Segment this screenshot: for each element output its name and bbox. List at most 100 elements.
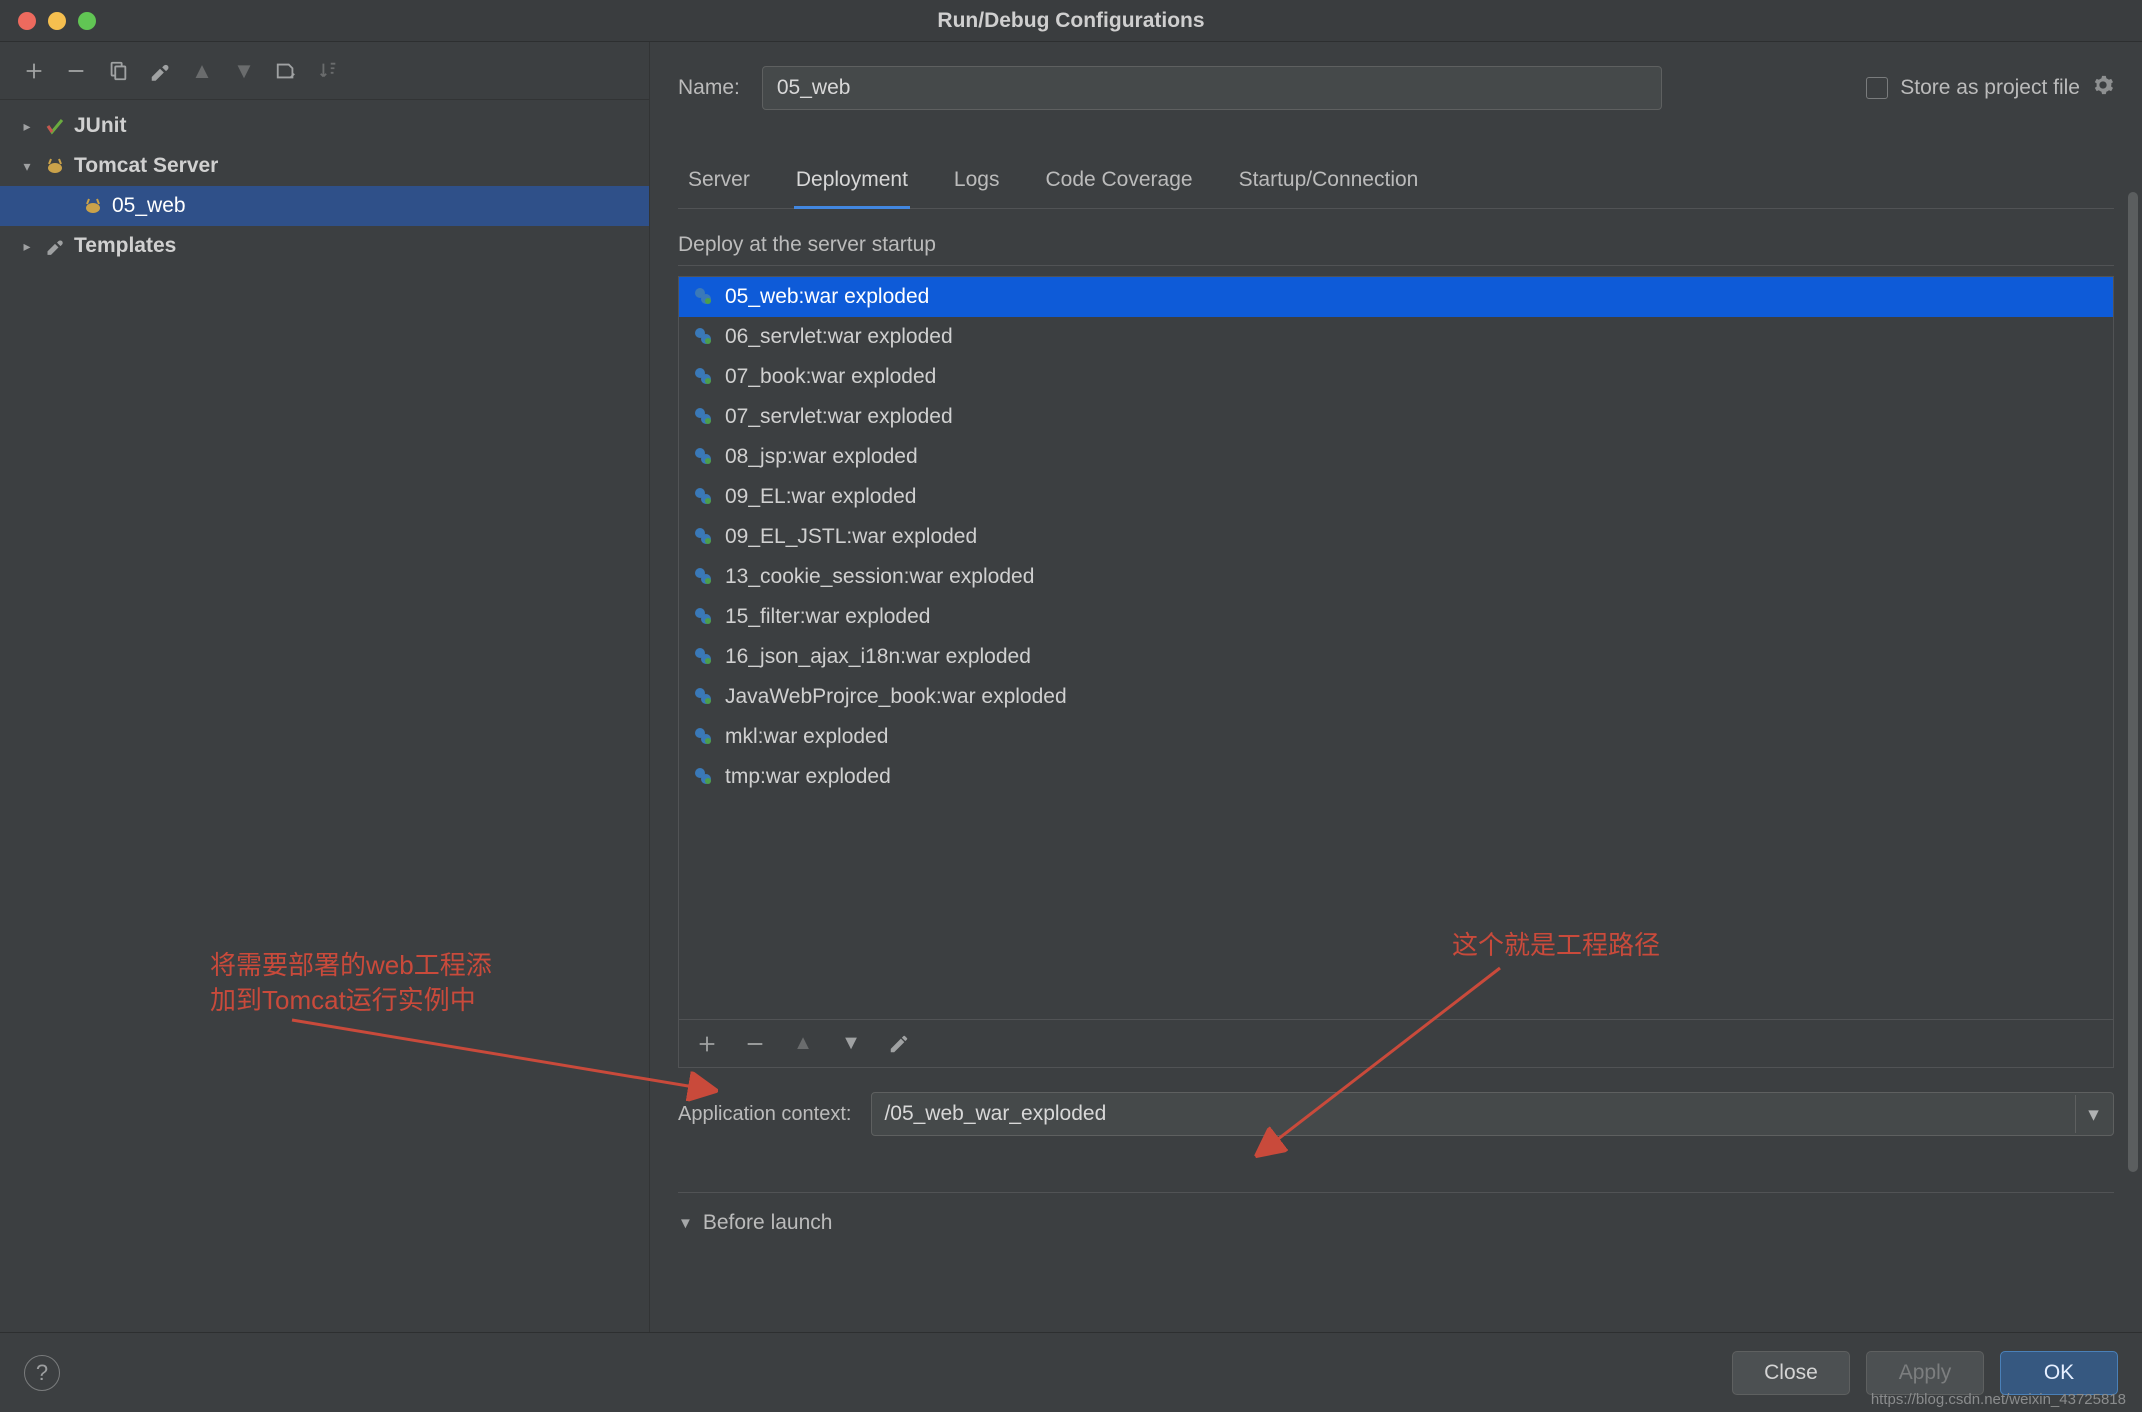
deploy-item[interactable]: 16_json_ajax_i18n:war exploded (679, 637, 2113, 677)
chevron-icon: ▾ (18, 158, 36, 175)
tomcat-icon (44, 155, 66, 177)
deploy-item[interactable]: tmp:war exploded (679, 757, 2113, 797)
deploy-item-label: 15_filter:war exploded (725, 605, 930, 629)
move-down-button[interactable]: ▼ (228, 55, 260, 87)
tab-logs[interactable]: Logs (952, 158, 1002, 209)
tree-item-junit[interactable]: ▸ JUnit (0, 106, 649, 146)
deploy-item-label: 16_json_ajax_i18n:war exploded (725, 645, 1031, 669)
artifact-icon (693, 326, 715, 348)
copy-config-button[interactable] (102, 55, 134, 87)
deploy-item-label: 07_servlet:war exploded (725, 405, 953, 429)
deploy-item-label: 05_web:war exploded (725, 285, 929, 309)
artifact-icon (693, 606, 715, 628)
sidebar: ▲ ▼ ▸ JUnit ▾ Tomcat Server 05_web ▸ Templates (0, 42, 650, 1332)
deploy-item[interactable]: 09_EL:war exploded (679, 477, 2113, 517)
chevron-icon: ▸ (18, 238, 36, 255)
deploy-item-label: 09_EL:war exploded (725, 485, 916, 509)
deploy-list[interactable]: 05_web:war exploded 06_servlet:war explod… (679, 277, 2113, 1019)
ok-button[interactable]: OK (2000, 1351, 2118, 1395)
dialog-body: ▲ ▼ ▸ JUnit ▾ Tomcat Server 05_web ▸ Templates… (0, 42, 2142, 1332)
deploy-item-label: JavaWebProjrce_book:war exploded (725, 685, 1067, 709)
artifact-icon (693, 686, 715, 708)
help-button[interactable]: ? (24, 1355, 60, 1391)
tree-item-label: Tomcat Server (74, 154, 218, 178)
tree-item-05_web[interactable]: 05_web (0, 186, 649, 226)
deploy-item[interactable]: 08_jsp:war exploded (679, 437, 2113, 477)
artifact-icon (693, 366, 715, 388)
store-label: Store as project file (1900, 76, 2080, 100)
artifact-icon (693, 766, 715, 788)
move-up-button[interactable]: ▲ (186, 55, 218, 87)
tab-startup-connection[interactable]: Startup/Connection (1237, 158, 1421, 209)
store-checkbox[interactable] (1866, 77, 1888, 99)
sort-button[interactable] (312, 55, 344, 87)
artifact-icon (693, 486, 715, 508)
deploy-add-button[interactable] (693, 1030, 721, 1058)
application-context-row: Application context: /05_web_war_explode… (678, 1092, 2114, 1136)
gear-icon[interactable] (2092, 74, 2114, 102)
deploy-item[interactable]: 13_cookie_session:war exploded (679, 557, 2113, 597)
tree-item-label: 05_web (112, 194, 186, 218)
config-name-input[interactable] (762, 66, 1662, 110)
tab-code-coverage[interactable]: Code Coverage (1043, 158, 1194, 209)
tree-item-label: Templates (74, 234, 176, 258)
config-tree[interactable]: ▸ JUnit ▾ Tomcat Server 05_web ▸ Templates (0, 100, 649, 1332)
store-as-project-row[interactable]: Store as project file (1866, 74, 2114, 102)
window-controls (18, 12, 96, 30)
deploy-item[interactable]: 05_web:war exploded (679, 277, 2113, 317)
scrollbar[interactable] (2128, 192, 2138, 1172)
artifact-icon (693, 646, 715, 668)
deploy-item-label: 09_EL_JSTL:war exploded (725, 525, 977, 549)
deploy-item-label: mkl:war exploded (725, 725, 888, 749)
before-launch-section[interactable]: ▼ Before launch (678, 1192, 2114, 1235)
close-button[interactable]: Close (1732, 1351, 1850, 1395)
artifact-icon (693, 726, 715, 748)
minimize-window-button[interactable] (48, 12, 66, 30)
sidebar-toolbar: ▲ ▼ (0, 42, 649, 100)
deploy-edit-button[interactable] (885, 1030, 913, 1058)
application-context-combo[interactable]: /05_web_war_exploded ▾ (871, 1092, 2114, 1136)
deploy-toolbar: ▲ ▼ (679, 1019, 2113, 1067)
remove-config-button[interactable] (60, 55, 92, 87)
deploy-item-label: 06_servlet:war exploded (725, 325, 953, 349)
artifact-icon (693, 526, 715, 548)
save-temp-config-button[interactable] (270, 55, 302, 87)
chevron-down-icon[interactable]: ▾ (2075, 1095, 2111, 1133)
deploy-item-label: 07_book:war exploded (725, 365, 936, 389)
deploy-item[interactable]: 09_EL_JSTL:war exploded (679, 517, 2113, 557)
deploy-item[interactable]: 07_servlet:war exploded (679, 397, 2113, 437)
tree-item-tomcat-server[interactable]: ▾ Tomcat Server (0, 146, 649, 186)
close-window-button[interactable] (18, 12, 36, 30)
tab-bar: Server Deployment Logs Code Coverage Startup… (678, 158, 2114, 209)
deploy-move-up-button[interactable]: ▲ (789, 1030, 817, 1058)
deploy-item[interactable]: 07_book:war exploded (679, 357, 2113, 397)
tree-item-templates[interactable]: ▸ Templates (0, 226, 649, 266)
add-config-button[interactable] (18, 55, 50, 87)
name-label: Name: (678, 76, 740, 100)
deploy-list-wrap: 05_web:war exploded 06_servlet:war explod… (678, 276, 2114, 1068)
deploy-item-label: 13_cookie_session:war exploded (725, 565, 1034, 589)
window-title: Run/Debug Configurations (937, 9, 1204, 33)
deploy-move-down-button[interactable]: ▼ (837, 1030, 865, 1058)
edit-config-button[interactable] (144, 55, 176, 87)
deploy-item[interactable]: JavaWebProjrce_book:war exploded (679, 677, 2113, 717)
deploy-remove-button[interactable] (741, 1030, 769, 1058)
deploy-item[interactable]: 06_servlet:war exploded (679, 317, 2113, 357)
zoom-window-button[interactable] (78, 12, 96, 30)
tree-item-label: JUnit (74, 114, 127, 138)
config-detail-panel: Name: Store as project file Server Deploy… (650, 42, 2142, 1332)
titlebar: Run/Debug Configurations (0, 0, 2142, 42)
apply-button[interactable]: Apply (1866, 1351, 1984, 1395)
tab-deployment[interactable]: Deployment (794, 158, 910, 209)
deploy-heading: Deploy at the server startup (678, 233, 2114, 266)
deploy-item-label: tmp:war exploded (725, 765, 891, 789)
junit-icon (44, 115, 66, 137)
tab-server[interactable]: Server (686, 158, 752, 209)
deploy-item[interactable]: 15_filter:war exploded (679, 597, 2113, 637)
name-row: Name: Store as project file (678, 56, 2114, 120)
tomcat-local-icon (82, 195, 104, 217)
deploy-item[interactable]: mkl:war exploded (679, 717, 2113, 757)
artifact-icon (693, 446, 715, 468)
chevron-icon: ▸ (18, 118, 36, 135)
wrench-icon (44, 235, 66, 257)
